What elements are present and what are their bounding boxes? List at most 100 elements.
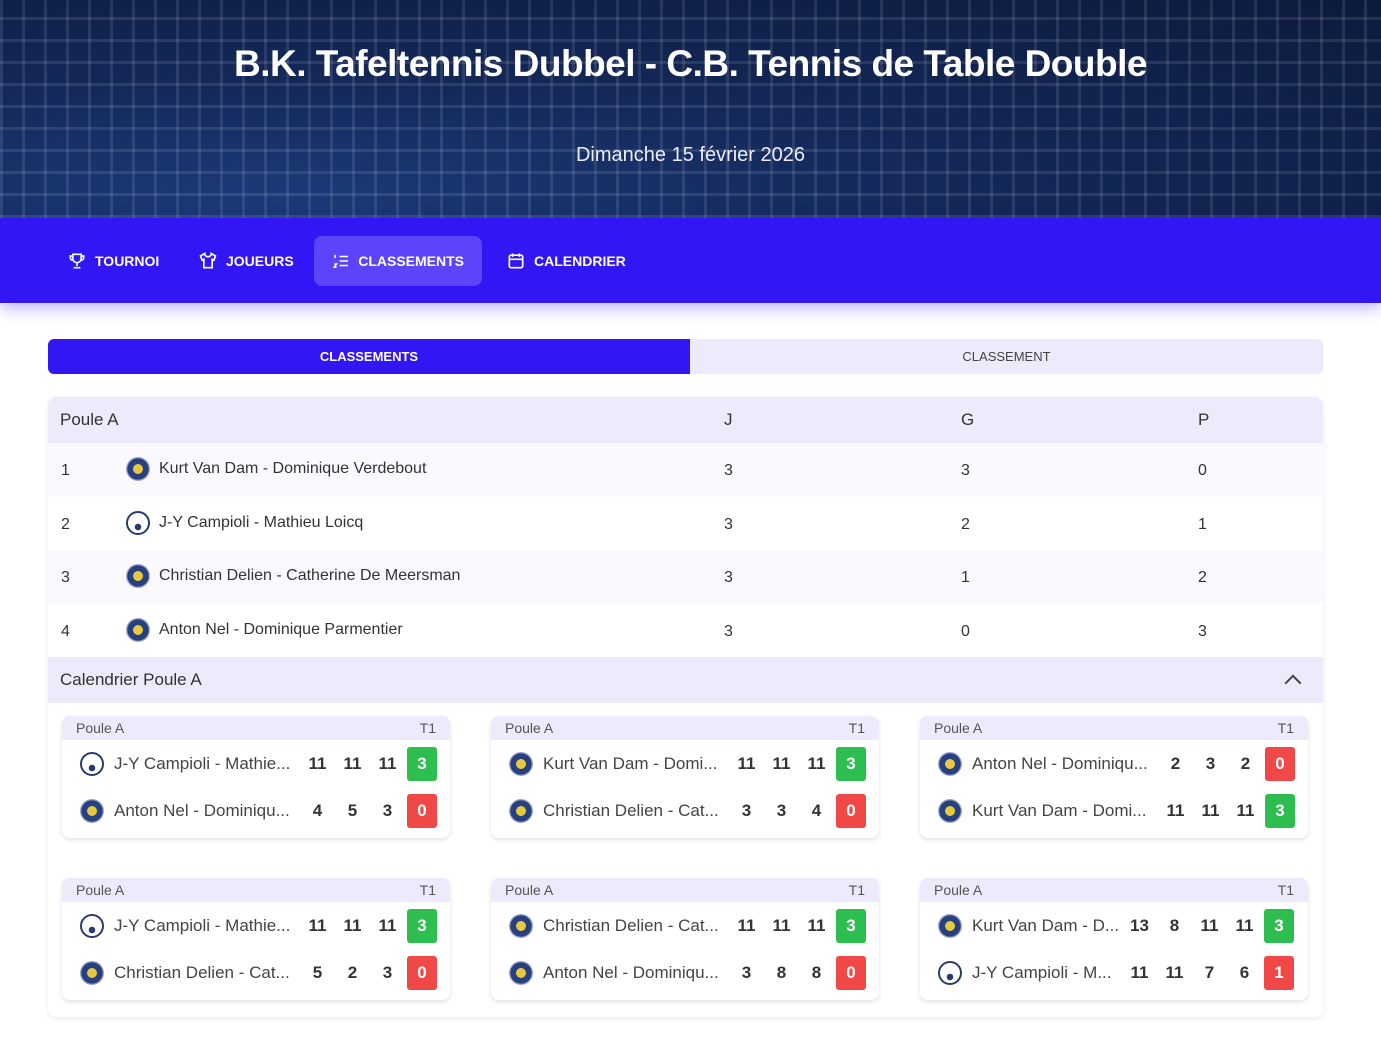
rank: 4 xyxy=(61,622,70,640)
won: 3 xyxy=(961,462,970,479)
club-logo-icon xyxy=(126,457,150,481)
set-score: 3 xyxy=(382,800,393,820)
team-name: J-Y Campioli - Mathie... xyxy=(114,753,291,773)
lost: 0 xyxy=(1198,462,1207,479)
set-score: 8 xyxy=(1169,915,1180,935)
set-score: 2 xyxy=(1170,753,1181,773)
tournament-title: B.K. Tafeltennis Dubbel - C.B. Tennis de… xyxy=(234,43,1147,84)
club-logo-icon xyxy=(509,751,533,776)
team-name: Anton Nel - Dominiqu... xyxy=(543,962,719,982)
col-j: J xyxy=(724,410,733,429)
match-card-header: Poule A T1 xyxy=(920,716,1308,740)
match-team-row: Kurt Van Dam - Domi... 11 11 11 3 xyxy=(920,787,1308,834)
won: 0 xyxy=(961,622,970,640)
set-score: 5 xyxy=(312,962,323,982)
won: 1 xyxy=(961,569,970,586)
lost: 2 xyxy=(1198,569,1207,586)
set-score: 11 xyxy=(1201,800,1220,820)
match-card[interactable]: Poule A T1 J-Y Campioli - Mathie... 11 11 11 3… xyxy=(62,878,450,1000)
nav-label: CALENDRIER xyxy=(534,253,626,269)
nav-label: TOURNOI xyxy=(95,253,160,269)
match-card-header: Poule A T1 xyxy=(62,716,450,740)
standings-header: Poule A J G P xyxy=(48,397,1323,443)
team-name: Kurt Van Dam - D... xyxy=(972,915,1120,935)
view-tabs: CLASSEMENTS CLASSEMENT xyxy=(48,339,1323,374)
match-card[interactable]: Poule A T1 J-Y Campioli - Mathie... 11 11 11 3… xyxy=(62,716,450,838)
match-result-badge: 3 xyxy=(836,746,866,781)
nav-classements[interactable]: CLASSEMENTS xyxy=(314,236,482,286)
set-score: 11 xyxy=(378,753,397,773)
team: Kurt Van Dam - Dominique Verdebout xyxy=(126,457,426,481)
table-number: T1 xyxy=(1277,720,1294,736)
match-card-header: Poule A T1 xyxy=(491,878,879,902)
set-score: 2 xyxy=(1240,753,1251,773)
match-card-header: Poule A T1 xyxy=(491,716,879,740)
team-name: J-Y Campioli - Mathieu Loicq xyxy=(159,513,364,531)
pool: Poule A xyxy=(76,720,125,736)
set-score: 8 xyxy=(811,962,822,982)
set-score: 11 xyxy=(807,753,826,773)
match-team-row: Anton Nel - Dominiqu... 3 8 8 0 xyxy=(491,949,879,996)
match-result-badge: 0 xyxy=(836,793,866,828)
match-result-badge: 0 xyxy=(407,955,437,990)
set-score: 11 xyxy=(772,753,791,773)
match-result-badge: 1 xyxy=(1264,955,1294,990)
rank: 2 xyxy=(61,515,70,533)
match-card-header: Poule A T1 xyxy=(920,878,1308,902)
club-logo-icon xyxy=(126,510,150,535)
table-row: 4 Anton Nel - Dominique Parmentier 3 0 3 xyxy=(48,604,1323,658)
club-logo-icon xyxy=(509,798,533,823)
set-score: 3 xyxy=(382,962,393,982)
set-score: 11 xyxy=(1166,800,1185,820)
set-score: 11 xyxy=(1165,962,1184,982)
hero-banner: B.K. Tafeltennis Dubbel - C.B. Tennis de… xyxy=(0,0,1381,218)
match-team-row: Kurt Van Dam - D... 13 8 11 11 3 xyxy=(920,902,1308,949)
set-score: 11 xyxy=(308,753,327,773)
club-logo-icon xyxy=(509,960,533,985)
nav-joueurs[interactable]: JOUEURS xyxy=(180,236,312,286)
team-name: J-Y Campioli - M... xyxy=(972,962,1112,982)
set-score: 5 xyxy=(347,800,358,820)
match-card[interactable]: Poule A T1 Kurt Van Dam - Domi... 11 11 11 3 Ch… xyxy=(491,716,879,838)
match-card[interactable]: Poule A T1 Kurt Van Dam - D... 13 8 11 11 3 J-Y … xyxy=(920,878,1308,1000)
lost: 3 xyxy=(1198,622,1207,640)
main-nav: TOURNOI JOUEURS CLASSEMENTS CALENDRIER xyxy=(0,218,1381,303)
set-score: 2 xyxy=(347,962,358,982)
club-logo-icon xyxy=(80,798,104,823)
nav-tournoi[interactable]: TOURNOI xyxy=(49,236,177,286)
tab-classement[interactable]: CLASSEMENT xyxy=(690,339,1323,374)
match-card[interactable]: Poule A T1 Anton Nel - Dominiqu... 2 3 2 0 Kurt… xyxy=(920,716,1308,838)
club-logo-icon xyxy=(938,960,962,985)
set-score: 7 xyxy=(1204,962,1215,982)
match-card-header: Poule A T1 xyxy=(62,878,450,902)
pool: Poule A xyxy=(934,882,983,898)
shirt-icon xyxy=(199,252,217,269)
set-score: 3 xyxy=(741,962,752,982)
team-name: Kurt Van Dam - Domi... xyxy=(543,753,718,773)
played: 3 xyxy=(724,515,733,533)
set-score: 11 xyxy=(343,753,362,773)
col-g: G xyxy=(961,410,975,429)
match-team-row: Anton Nel - Dominiqu... 2 3 2 0 xyxy=(920,740,1308,787)
nav-calendrier[interactable]: CALENDRIER xyxy=(488,236,644,286)
match-result-badge: 3 xyxy=(836,908,866,943)
calendar-section-header[interactable]: Calendrier Poule A xyxy=(48,657,1323,703)
pool: Poule A xyxy=(505,720,554,736)
team-name: Anton Nel - Dominiqu... xyxy=(114,800,290,820)
set-score: 11 xyxy=(807,915,826,935)
match-result-badge: 0 xyxy=(407,793,437,828)
club-logo-icon xyxy=(80,913,104,938)
set-score: 11 xyxy=(343,915,362,935)
rank: 1 xyxy=(61,462,70,479)
chevron-up-icon[interactable] xyxy=(1284,674,1302,692)
team-name: Anton Nel - Dominiqu... xyxy=(972,753,1148,773)
set-score: 11 xyxy=(1200,915,1219,935)
set-score: 11 xyxy=(1130,962,1149,982)
team-name: Christian Delien - Cat... xyxy=(543,800,719,820)
set-score: 3 xyxy=(741,800,752,820)
tab-classements[interactable]: CLASSEMENTS xyxy=(48,339,690,374)
match-card[interactable]: Poule A T1 Christian Delien - Cat... 11 11 11… xyxy=(491,878,879,1000)
nav-label: JOUEURS xyxy=(226,253,294,269)
team-name: Kurt Van Dam - Dominique Verdebout xyxy=(159,460,427,477)
pool: Poule A xyxy=(76,882,125,898)
